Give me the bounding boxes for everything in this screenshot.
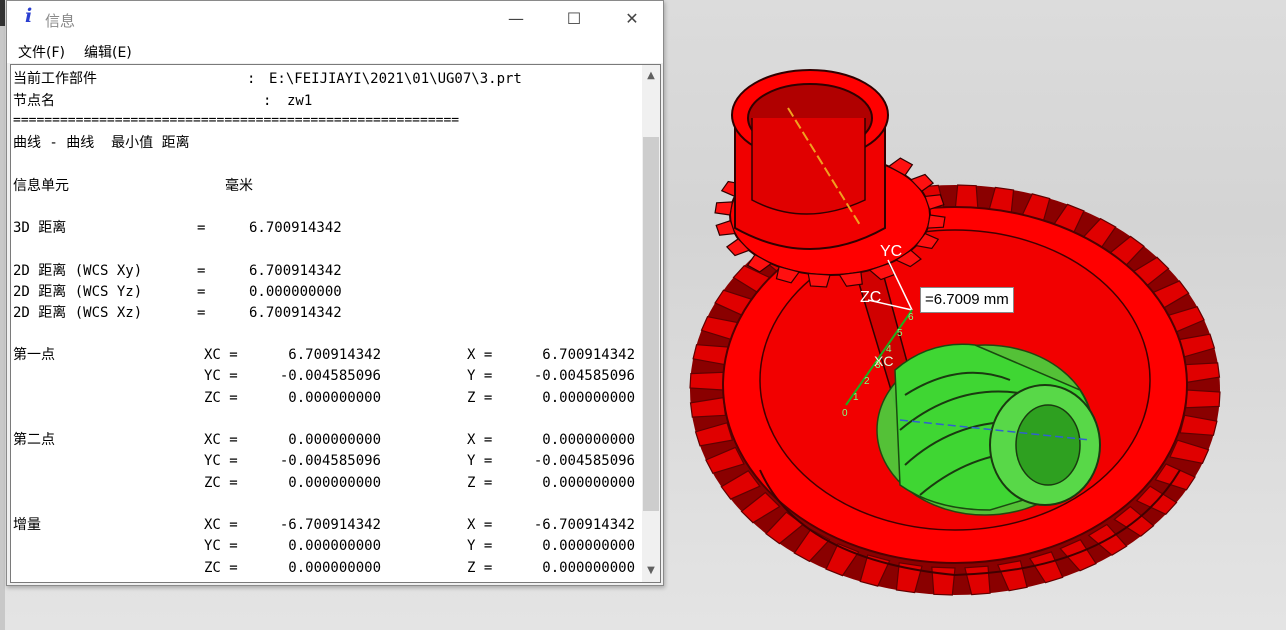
abs-coord-label: Y =	[467, 368, 493, 384]
wcs-coord-label: YC =	[204, 538, 238, 554]
point-group-label: 增量	[13, 517, 41, 533]
wcs-coord-value: 0.000000000	[288, 475, 381, 491]
work-part-value: E:\FEIJIAYI\2021\01\UG07\3.prt	[269, 71, 522, 87]
minimize-button[interactable]: —	[487, 1, 545, 39]
left-window-edge-dark	[0, 0, 5, 26]
dist3d-label: 3D 距离	[13, 220, 67, 236]
info-i-icon: i	[25, 5, 33, 27]
ruler-tick-label: 3	[875, 360, 881, 371]
gear-tooth	[931, 566, 956, 596]
menu-edit[interactable]: 编辑(E)	[84, 42, 132, 62]
menu-file[interactable]: 文件(F)	[18, 42, 65, 62]
separator-line: ========================================…	[13, 113, 460, 128]
abs-coord-value: 6.700914342	[542, 347, 635, 363]
abs-coord-value: 0.000000000	[542, 432, 635, 448]
wcs-coord-label: ZC =	[204, 390, 238, 406]
work-part-label: 当前工作部件	[13, 71, 97, 87]
spur-gear-tooth	[926, 214, 946, 229]
abs-coord-label: Y =	[467, 453, 493, 469]
wcs-coord-value: 0.000000000	[288, 432, 381, 448]
vertical-scrollbar[interactable]: ▲ ▼	[642, 65, 660, 582]
gear-tooth	[689, 371, 725, 391]
spur-gear-tooth	[714, 201, 734, 216]
scroll-down-icon[interactable]: ▼	[642, 562, 660, 580]
d2-label: 2D 距离 (WCS Yz)	[13, 284, 143, 300]
ruler-tick-label: 0	[842, 408, 848, 419]
dist3d-value: 6.700914342	[249, 220, 342, 236]
ruler-tick-label: 4	[886, 344, 892, 355]
wcs-coord-label: YC =	[204, 453, 238, 469]
wcs-coord-value: 0.000000000	[288, 538, 381, 554]
wcs-coord-value: -0.004585096	[279, 368, 381, 384]
unit-value: 毫米	[225, 178, 253, 194]
abs-coord-label: X =	[467, 347, 493, 363]
d2-value: 6.700914342	[249, 305, 342, 321]
menu-bar: 文件(F) 编辑(E)	[7, 39, 663, 63]
info-text-area[interactable]: 当前工作部件 : E:\FEIJIAYI\2021\01\UG07\3.prt …	[10, 64, 661, 583]
left-window-edge	[0, 0, 5, 630]
wcs-coord-label: YC =	[204, 368, 238, 384]
wcs-coord-value: 0.000000000	[288, 390, 381, 406]
distance-measurement-label: =6.7009 mm	[920, 287, 1014, 313]
axis-zc-label: ZC	[860, 289, 881, 306]
d2-eq: =	[197, 305, 206, 321]
wcs-coord-label: XC =	[204, 432, 238, 448]
node-value: zw1	[287, 93, 313, 109]
abs-coord-value: 0.000000000	[542, 560, 635, 576]
d2-value: 6.700914342	[249, 263, 342, 279]
wcs-coord-value: 6.700914342	[288, 347, 381, 363]
d2-eq: =	[197, 263, 206, 279]
abs-coord-label: Z =	[467, 475, 493, 491]
ruler-tick-label: 6	[908, 312, 914, 323]
wcs-coord-label: XC =	[204, 517, 238, 533]
section-heading: 曲线 - 曲线 最小值 距离	[13, 135, 190, 151]
abs-coord-label: Z =	[467, 560, 493, 576]
node-label: 节点名	[13, 93, 55, 109]
abs-coord-value: 0.000000000	[542, 390, 635, 406]
gear-tooth	[1185, 389, 1221, 409]
wcs-coord-label: ZC =	[204, 475, 238, 491]
unit-label: 信息单元	[13, 178, 69, 194]
d2-eq: =	[197, 284, 206, 300]
abs-coord-label: X =	[467, 432, 493, 448]
abs-coord-label: X =	[467, 517, 493, 533]
window-title: 信息	[45, 12, 76, 30]
spur-gear-tooth	[807, 272, 831, 288]
title-bar[interactable]: i 信息 — ☐ ✕	[7, 1, 663, 39]
ruler-tick-label: 1	[853, 392, 859, 403]
abs-coord-value: -0.004585096	[533, 453, 635, 469]
scroll-up-icon[interactable]: ▲	[642, 67, 660, 85]
dist3d-eq: =	[197, 220, 206, 236]
wcs-coord-value: 0.000000000	[288, 560, 381, 576]
node-sep: :	[263, 93, 272, 109]
abs-coord-value: 0.000000000	[542, 475, 635, 491]
close-button[interactable]: ✕	[603, 1, 661, 39]
abs-coord-value: 0.000000000	[542, 538, 635, 554]
wcs-coord-value: -6.700914342	[279, 517, 381, 533]
abs-coord-label: Y =	[467, 538, 493, 554]
abs-coord-value: -0.004585096	[533, 368, 635, 384]
d2-label: 2D 距离 (WCS Xy)	[13, 263, 143, 279]
wcs-coord-label: XC =	[204, 347, 238, 363]
axis-yc-label: YC	[880, 243, 902, 260]
abs-coord-label: Z =	[467, 390, 493, 406]
info-window[interactable]: i 信息 — ☐ ✕ 文件(F) 编辑(E) 当前工作部件 : E:\FEIJI…	[6, 0, 664, 586]
d2-value: 0.000000000	[249, 284, 342, 300]
wcs-coord-value: -0.004585096	[279, 453, 381, 469]
point-group-label: 第二点	[13, 432, 55, 448]
ruler-tick-label: 2	[864, 376, 870, 387]
point-group-label: 第一点	[13, 347, 55, 363]
abs-coord-value: -6.700914342	[533, 517, 635, 533]
ruler-tick-label: 5	[897, 328, 903, 339]
scroll-thumb[interactable]	[643, 137, 659, 511]
work-part-sep: :	[247, 71, 256, 87]
wcs-coord-label: ZC =	[204, 560, 238, 576]
d2-label: 2D 距离 (WCS Xz)	[13, 305, 143, 321]
maximize-button[interactable]: ☐	[545, 1, 603, 39]
